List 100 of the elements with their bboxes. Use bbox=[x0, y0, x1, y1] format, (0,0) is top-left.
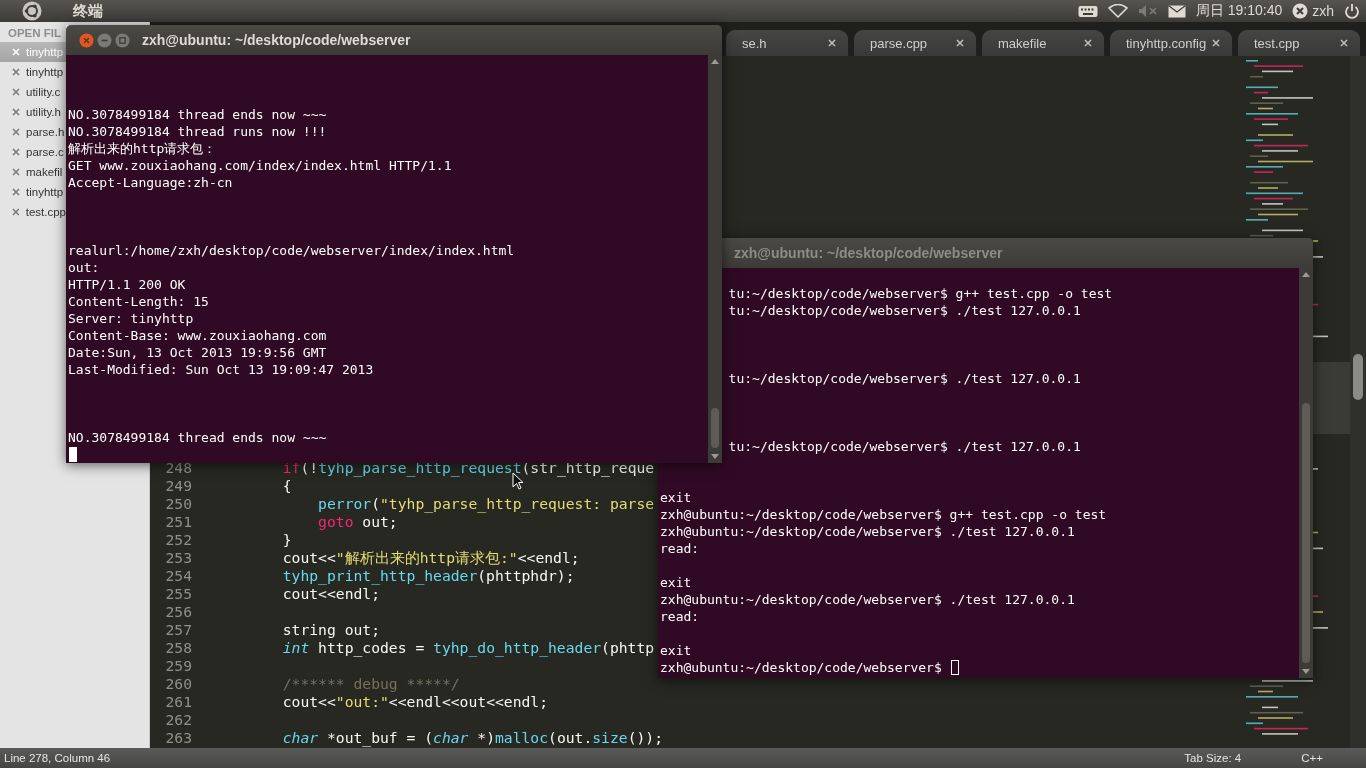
line-number: 254 bbox=[164, 567, 192, 585]
terminal-line: Content-Base: www.zouxiaohang.com bbox=[68, 327, 327, 344]
editor-tab[interactable]: parse.cpp bbox=[854, 30, 976, 56]
line-number: 249 bbox=[164, 477, 192, 495]
scroll-up-icon[interactable] bbox=[1302, 272, 1310, 277]
keyboard-icon[interactable] bbox=[1077, 4, 1098, 18]
sidebar-item[interactable]: parse.h bbox=[0, 122, 66, 142]
close-icon[interactable] bbox=[1212, 39, 1220, 47]
code-line: cout<<"解析出来的http请求包:"<<endl; bbox=[281, 549, 580, 567]
close-icon[interactable] bbox=[1340, 39, 1348, 47]
mail-icon[interactable] bbox=[1167, 4, 1186, 18]
code-line: { bbox=[281, 477, 292, 495]
cursor-position: Line 278, Column 46 bbox=[3, 752, 111, 764]
line-number: 261 bbox=[164, 693, 192, 711]
terminal-line: NO.3078499184 thread runs now !!! bbox=[68, 123, 327, 140]
close-icon[interactable] bbox=[1084, 39, 1092, 47]
close-icon[interactable] bbox=[12, 88, 20, 96]
line-number: 262 bbox=[164, 711, 192, 729]
scroll-down-icon[interactable] bbox=[1302, 669, 1310, 674]
scrollbar[interactable] bbox=[1299, 268, 1313, 678]
tab-size[interactable]: Tab Size: 4 bbox=[1184, 752, 1242, 764]
code-line: goto out; bbox=[317, 513, 398, 531]
close-icon[interactable] bbox=[828, 39, 836, 47]
terminal-line: zxh@ubuntu:~/desktop/code/webserver$ bbox=[660, 659, 943, 676]
power-icon[interactable] bbox=[1344, 3, 1360, 19]
terminal-line: Content-Length: 15 bbox=[68, 293, 209, 310]
maximize-button[interactable] bbox=[115, 32, 130, 48]
terminal-line: tu:~/desktop/code/webserver$ ./test 127.0.0.1 bbox=[728, 302, 1081, 319]
scrollbar-thumb[interactable] bbox=[1302, 403, 1310, 663]
syntax-mode[interactable]: C++ bbox=[1301, 752, 1323, 764]
line-number: 263 bbox=[164, 729, 192, 747]
code-line: /****** debug *****/ bbox=[281, 675, 460, 693]
close-icon[interactable] bbox=[12, 148, 20, 156]
close-icon[interactable] bbox=[12, 128, 20, 136]
clock[interactable]: 周日 19:10:40 bbox=[1195, 2, 1283, 20]
close-button[interactable] bbox=[79, 32, 94, 48]
wifi-icon[interactable] bbox=[1107, 4, 1128, 18]
scrollbar[interactable] bbox=[1350, 56, 1366, 748]
muted-speaker-icon[interactable] bbox=[1137, 4, 1158, 18]
terminal-line: NO.3078499184 thread ends now ~~~ bbox=[68, 106, 327, 123]
user-name[interactable]: zxh bbox=[1312, 3, 1334, 19]
close-icon[interactable] bbox=[956, 39, 964, 47]
terminal-line: GET www.zouxiaohang.com/index/index.html HTTP/1.1 bbox=[68, 157, 452, 174]
terminal-line: Server: tinyhttp bbox=[68, 310, 194, 327]
code-line: tyhp_print_http_header(phttphdr); bbox=[281, 567, 575, 585]
line-number: 257 bbox=[164, 621, 192, 639]
sidebar-item[interactable]: test.cpp bbox=[0, 202, 66, 222]
window-title: zxh@ubuntu: ~/desktop/code/webserver bbox=[734, 245, 1003, 261]
sidebar-item[interactable]: tinyhttp bbox=[0, 182, 66, 202]
app-title: 终端 bbox=[73, 1, 103, 21]
close-icon[interactable] bbox=[12, 68, 20, 76]
code-line: cout<<"out:"<<endl<<out<<endl; bbox=[281, 693, 549, 711]
scrollbar[interactable] bbox=[708, 55, 722, 463]
close-icon[interactable] bbox=[12, 208, 20, 216]
close-icon[interactable] bbox=[12, 168, 20, 176]
editor-tab[interactable]: tinyhttp.config bbox=[1110, 30, 1232, 56]
terminal-line: exit bbox=[660, 642, 692, 659]
window-title: zxh@ubuntu: ~/desktop/code/webserver bbox=[142, 32, 411, 48]
code-line: } bbox=[281, 531, 292, 549]
sidebar-item[interactable]: utility.c bbox=[0, 82, 66, 102]
scrollbar-thumb[interactable] bbox=[1353, 354, 1363, 400]
line-number: 258 bbox=[164, 639, 192, 657]
terminal-line: exit bbox=[660, 574, 692, 591]
close-icon[interactable] bbox=[12, 108, 20, 116]
code-line: char *out_buf = (char *)malloc(out.size()); bbox=[281, 729, 664, 747]
terminal-line: tu:~/desktop/code/webserver$ ./test 127.0.0.1 bbox=[728, 438, 1081, 455]
terminal-line: HTTP/1.1 200 OK bbox=[68, 276, 186, 293]
line-number: 255 bbox=[164, 585, 192, 603]
terminal-line: tu:~/desktop/code/webserver$ g++ test.cpp -o test bbox=[728, 285, 1113, 302]
scroll-up-icon[interactable] bbox=[711, 59, 719, 64]
code-line: cout<<endl; bbox=[281, 585, 380, 603]
terminal-line: read: bbox=[660, 608, 700, 625]
code-line: string out; bbox=[281, 621, 380, 639]
terminal-line: read: bbox=[660, 540, 700, 557]
code-line: int http_codes = tyhp_do_http_header(phttp bbox=[281, 639, 655, 657]
terminal-line: zxh@ubuntu:~/desktop/code/webserver$ g++ test.cpp -o test bbox=[660, 506, 1107, 523]
scrollbar-thumb[interactable] bbox=[711, 408, 719, 448]
scroll-down-icon[interactable] bbox=[711, 454, 719, 459]
sidebar-item[interactable]: makefil bbox=[0, 162, 66, 182]
sidebar-header: OPEN FIL bbox=[7, 26, 62, 41]
terminal-line: 解析出来的http请求包： bbox=[68, 140, 217, 157]
terminal-line: Last-Modified: Sun Oct 13 19:09:47 2013 bbox=[68, 361, 374, 378]
minimize-button[interactable] bbox=[97, 32, 112, 48]
editor-tab[interactable]: test.cpp bbox=[1238, 30, 1360, 56]
close-icon[interactable] bbox=[12, 188, 20, 196]
terminal-line: zxh@ubuntu:~/desktop/code/webserver$ ./test 127.0.0.1 bbox=[660, 523, 1075, 540]
terminal-line: realurl:/home/zxh/desktop/code/webserver/index/index.html bbox=[68, 242, 515, 259]
line-number: 256 bbox=[164, 603, 192, 621]
line-number: 259 bbox=[164, 657, 192, 675]
sidebar-item[interactable]: parse.c bbox=[0, 142, 66, 162]
terminal-line: NO.3078499184 thread ends now ~~~ bbox=[68, 429, 327, 446]
sidebar-item[interactable]: utility.h bbox=[0, 102, 66, 122]
ubuntu-logo-icon[interactable] bbox=[22, 1, 42, 21]
line-number: 253 bbox=[164, 549, 192, 567]
sidebar-item[interactable]: tinyhttp bbox=[0, 62, 66, 82]
terminal-line: exit bbox=[660, 489, 692, 506]
editor-tab[interactable]: se.h bbox=[726, 30, 848, 56]
editor-tab[interactable]: makefile bbox=[982, 30, 1104, 56]
line-number: 260 bbox=[164, 675, 192, 693]
line-number: 252 bbox=[164, 531, 192, 549]
